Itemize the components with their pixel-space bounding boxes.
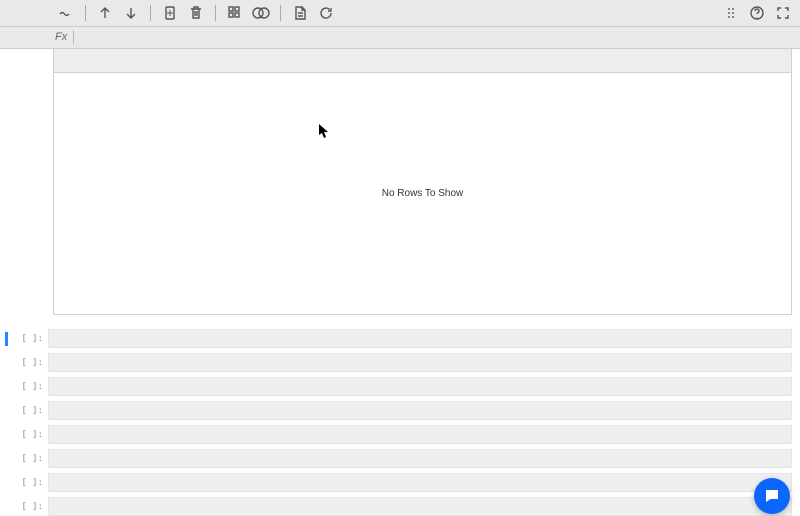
cell-input[interactable] [48, 401, 792, 420]
cell-label: [ ]: [8, 358, 48, 368]
cell-label: [ ]: [8, 430, 48, 440]
toolbar [0, 0, 800, 27]
arrow-down-icon[interactable] [120, 2, 142, 24]
chat-icon[interactable] [754, 478, 790, 514]
fx-label: Fx [55, 30, 74, 44]
cell-input[interactable] [48, 425, 792, 444]
cell-input[interactable] [48, 497, 792, 516]
expand-icon[interactable] [772, 2, 794, 24]
separator [85, 5, 86, 21]
separator [215, 5, 216, 21]
cell-input[interactable] [48, 473, 792, 492]
separator [280, 5, 281, 21]
tilde-icon[interactable] [55, 2, 77, 24]
grid-body: No Rows To Show [53, 73, 792, 315]
cell-input[interactable] [48, 329, 792, 348]
cell-row[interactable]: [ ]: [0, 377, 800, 396]
grid-empty-message: No Rows To Show [382, 188, 464, 199]
help-icon[interactable] [746, 2, 768, 24]
cell-row[interactable]: [ ]: [0, 425, 800, 444]
grid-icon[interactable] [224, 2, 246, 24]
note-icon[interactable] [289, 2, 311, 24]
drag-handle-icon[interactable] [720, 2, 742, 24]
cell-row[interactable]: [ ]: [0, 473, 800, 492]
cells-container: [ ]: [ ]: [ ]: [ ]: [ ]: [ ]: [0, 329, 800, 516]
cell-label: [ ]: [8, 454, 48, 464]
cell-row[interactable]: [ ]: [0, 401, 800, 420]
cell-row[interactable]: [ ]: [0, 353, 800, 372]
copy-icon[interactable] [159, 2, 181, 24]
trash-icon[interactable] [185, 2, 207, 24]
grid-column-header [53, 49, 792, 73]
cell-input[interactable] [48, 377, 792, 396]
overlap-circles-icon[interactable] [250, 2, 272, 24]
separator [150, 5, 151, 21]
refresh-icon[interactable] [315, 2, 337, 24]
cell-row[interactable]: [ ]: [0, 329, 800, 348]
cell-label: [ ]: [8, 334, 48, 344]
cell-label: [ ]: [8, 502, 48, 512]
cell-label: [ ]: [8, 406, 48, 416]
fx-input[interactable] [74, 27, 800, 48]
cell-input[interactable] [48, 353, 792, 372]
cell-row[interactable]: [ ]: [0, 449, 800, 468]
cell-label: [ ]: [8, 478, 48, 488]
cell-row[interactable]: [ ]: [0, 497, 800, 516]
arrow-up-icon[interactable] [94, 2, 116, 24]
cell-label: [ ]: [8, 382, 48, 392]
cell-input[interactable] [48, 449, 792, 468]
formula-bar: Fx [0, 27, 800, 49]
